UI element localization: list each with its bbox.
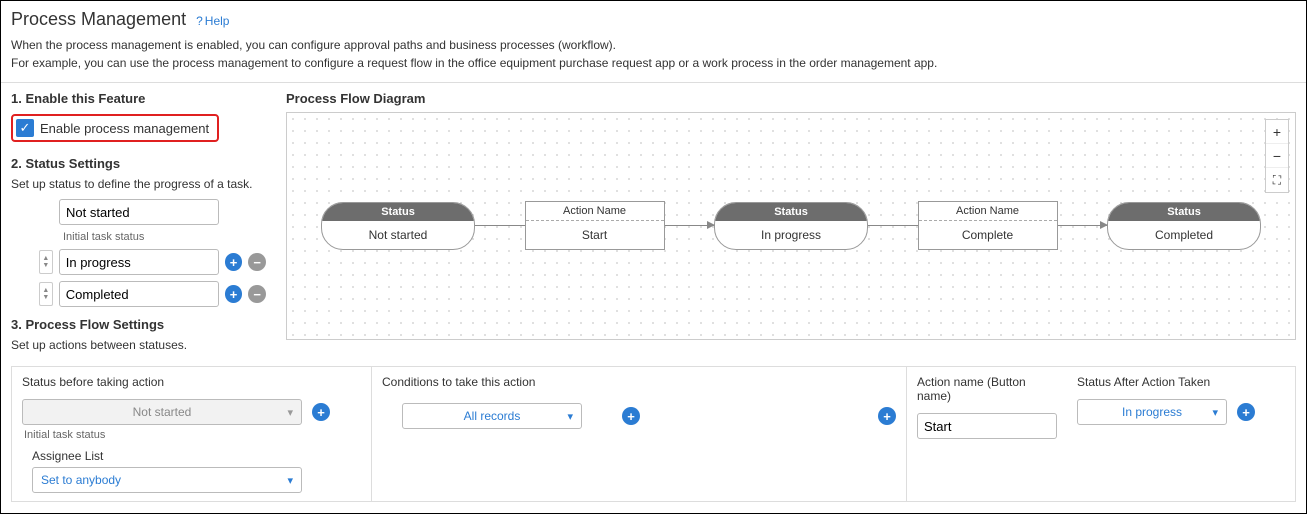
zoom-fit-button[interactable]: ⛶ — [1266, 168, 1288, 192]
flow-settings-table: Status before taking action Not started … — [11, 366, 1296, 502]
status-input-1[interactable] — [59, 249, 219, 275]
help-link[interactable]: Help — [196, 14, 229, 28]
flow-canvas[interactable]: + − ⛶ Status Not started Action Name Sta… — [286, 112, 1296, 340]
action-node[interactable]: Action Name Start — [525, 201, 665, 250]
status-after-select[interactable]: In progress ▾ — [1077, 399, 1227, 425]
chevron-down-icon: ▾ — [287, 406, 293, 419]
col-conditions-header: Conditions to take this action — [382, 375, 896, 389]
zoom-out-button[interactable]: − — [1266, 144, 1288, 168]
col-after-header: Status After Action Taken — [1077, 375, 1285, 389]
add-row-button[interactable]: + — [312, 403, 330, 421]
initial-status-note: Initial task status — [24, 429, 361, 441]
chevron-down-icon: ▾ — [1212, 406, 1218, 419]
drag-handle-icon[interactable]: ▲▼ — [39, 282, 53, 306]
col-before-header: Status before taking action — [22, 375, 361, 389]
zoom-in-button[interactable]: + — [1266, 120, 1288, 144]
check-icon: ✓ — [16, 119, 34, 137]
enable-checkbox-wrapper[interactable]: ✓ Enable process management — [11, 114, 219, 142]
add-condition-button[interactable]: + — [622, 407, 640, 425]
section2-subtitle: Set up status to define the progress of … — [11, 177, 266, 191]
add-branch-button[interactable]: + — [878, 407, 896, 425]
diagram-title: Process Flow Diagram — [286, 91, 1296, 106]
assignee-select[interactable]: Set to anybody ▾ — [32, 467, 302, 493]
connector-arrow — [665, 225, 715, 226]
remove-status-button[interactable]: − — [248, 253, 266, 271]
action-name-input[interactable] — [917, 413, 1057, 439]
connector — [868, 225, 918, 226]
condition-select[interactable]: All records ▾ — [402, 403, 582, 429]
section3-subtitle: Set up actions between statuses. — [11, 338, 266, 352]
remove-status-button[interactable]: − — [248, 285, 266, 303]
section1-title: 1. Enable this Feature — [11, 91, 266, 106]
status-input-2[interactable] — [59, 281, 219, 307]
status-node[interactable]: Status Completed — [1107, 202, 1261, 250]
enable-label: Enable process management — [40, 121, 209, 136]
description: When the process management is enabled, … — [11, 36, 1296, 72]
col-action-header: Action name (Button name) — [917, 375, 1057, 403]
add-status-button[interactable]: + — [225, 253, 243, 271]
section3-title: 3. Process Flow Settings — [11, 317, 266, 332]
initial-status-label: Initial task status — [63, 231, 266, 243]
status-input-0[interactable] — [59, 199, 219, 225]
status-before-select[interactable]: Not started ▾ — [22, 399, 302, 425]
status-node[interactable]: Status In progress — [714, 202, 868, 250]
add-status-button[interactable]: + — [225, 285, 243, 303]
page-title: Process Management — [11, 9, 186, 30]
assignee-list-label: Assignee List — [32, 449, 361, 463]
action-node[interactable]: Action Name Complete — [918, 201, 1058, 250]
connector-arrow — [1058, 225, 1108, 226]
chevron-down-icon: ▾ — [567, 410, 573, 423]
drag-handle-icon[interactable]: ▲▼ — [39, 250, 53, 274]
section2-title: 2. Status Settings — [11, 156, 266, 171]
connector — [475, 225, 525, 226]
add-after-button[interactable]: + — [1237, 403, 1255, 421]
status-node[interactable]: Status Not started — [321, 202, 475, 250]
chevron-down-icon: ▾ — [287, 474, 293, 487]
